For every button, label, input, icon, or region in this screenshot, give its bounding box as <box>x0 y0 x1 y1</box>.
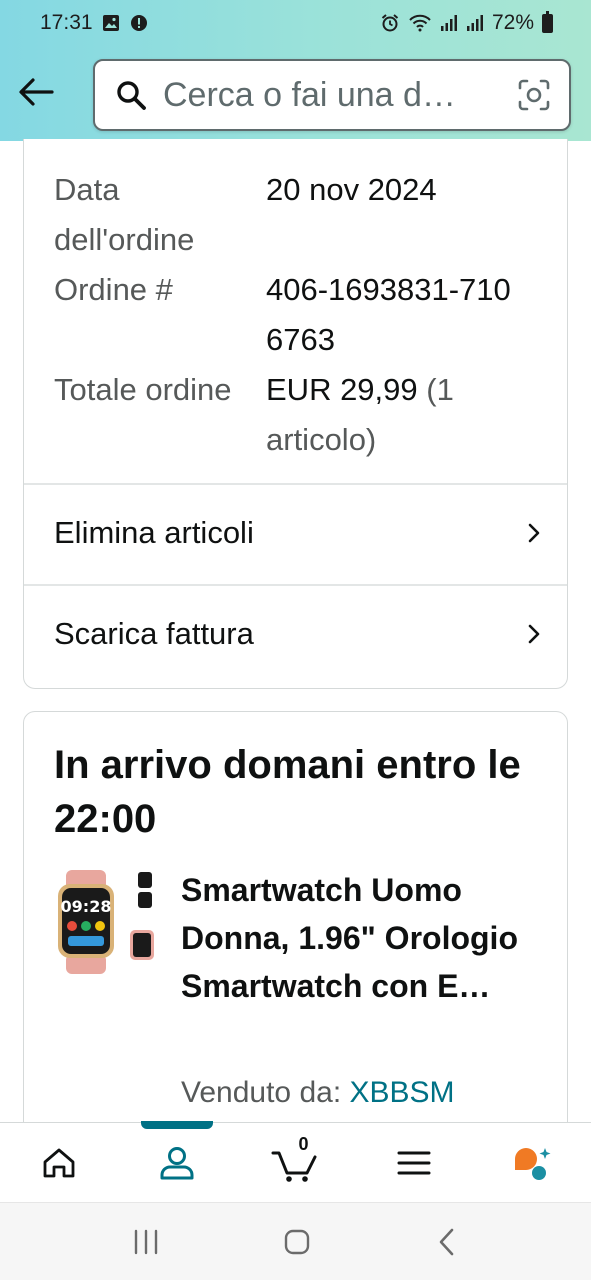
account-icon <box>160 1146 194 1179</box>
nav-home[interactable] <box>19 1123 99 1203</box>
order-number-value: 406-1693831-7106763 <box>266 272 511 357</box>
nav-rufus[interactable] <box>492 1123 572 1203</box>
status-bar: 17:31 72% <box>0 0 591 46</box>
download-invoice-label: Scarica fattura <box>54 616 254 651</box>
order-info-table: Data dell'ordine 20 nov 2024 Ordine # 40… <box>54 165 544 465</box>
menu-icon <box>397 1151 431 1174</box>
delivery-title: In arrivo domani entro le 22:00 <box>54 743 521 841</box>
remove-items-row[interactable]: Elimina articoli <box>24 483 567 583</box>
search-icon <box>117 81 146 110</box>
top-header: 17:31 72% Cerca o fai una d… <box>0 0 591 141</box>
sold-by-label: Venduto da: <box>181 1076 342 1109</box>
status-time: 17:31 <box>40 11 93 34</box>
alert-icon <box>130 15 147 31</box>
back-nav-icon[interactable] <box>434 1227 460 1257</box>
back-button[interactable] <box>16 72 56 112</box>
order-date-row: Data dell'ordine 20 nov 2024 <box>54 165 544 265</box>
rufus-icon <box>514 1147 551 1180</box>
camera-scan-icon[interactable] <box>517 78 551 112</box>
system-nav-bar <box>0 1202 591 1280</box>
nav-account[interactable] <box>137 1120 217 1203</box>
home-button-icon[interactable] <box>282 1227 312 1257</box>
nav-menu[interactable] <box>374 1123 454 1203</box>
battery-icon <box>542 10 553 33</box>
order-total-value: EUR 29,99 (1 articolo) <box>266 365 544 465</box>
order-date-label: Data dell'ordine <box>54 172 195 257</box>
arrow-left-icon <box>19 78 54 106</box>
download-invoice-row[interactable]: Scarica fattura <box>24 584 567 684</box>
battery-percent: 72% <box>491 11 534 34</box>
delivery-card: In arrivo domani entro le 22:00 09:28 Sm… <box>23 711 568 1151</box>
alarm-icon <box>381 14 399 32</box>
search-input[interactable]: Cerca o fai una d… <box>163 76 507 115</box>
order-number-label: Ordine # <box>54 272 173 307</box>
search-bar[interactable]: Cerca o fai una d… <box>93 59 571 131</box>
product-title[interactable]: Smartwatch Uomo Donna, 1.96" Orologio Sm… <box>181 866 541 1010</box>
order-total-label: Totale ordine <box>54 372 232 407</box>
home-icon <box>43 1148 75 1177</box>
signal-icon <box>440 15 457 31</box>
wifi-icon <box>409 14 431 32</box>
order-number-row: Ordine # 406-1693831-7106763 <box>54 265 544 365</box>
product-image-clock: 09:28 <box>61 897 112 916</box>
order-date-value: 20 nov 2024 <box>266 172 437 207</box>
order-total-amount: EUR 29,99 <box>266 372 418 407</box>
gallery-icon <box>102 15 119 31</box>
chevron-right-icon <box>528 523 540 543</box>
bottom-nav: 0 <box>0 1120 591 1203</box>
product-image[interactable]: 09:28 <box>54 870 158 974</box>
recent-apps-icon[interactable] <box>131 1229 161 1255</box>
active-tab-indicator <box>141 1120 214 1129</box>
nav-cart[interactable]: 0 <box>255 1123 335 1203</box>
cart-count: 0 <box>298 1133 309 1154</box>
order-total-row: Totale ordine EUR 29,99 (1 articolo) <box>54 365 544 465</box>
order-info-card: Data dell'ordine 20 nov 2024 Ordine # 40… <box>23 139 568 689</box>
seller-link[interactable]: XBBSM <box>350 1076 455 1109</box>
remove-items-label: Elimina articoli <box>54 515 254 550</box>
chevron-right-icon <box>528 624 540 644</box>
signal-icon-2 <box>466 15 483 31</box>
seller-info: Venduto da: XBBSM <box>181 1076 455 1110</box>
